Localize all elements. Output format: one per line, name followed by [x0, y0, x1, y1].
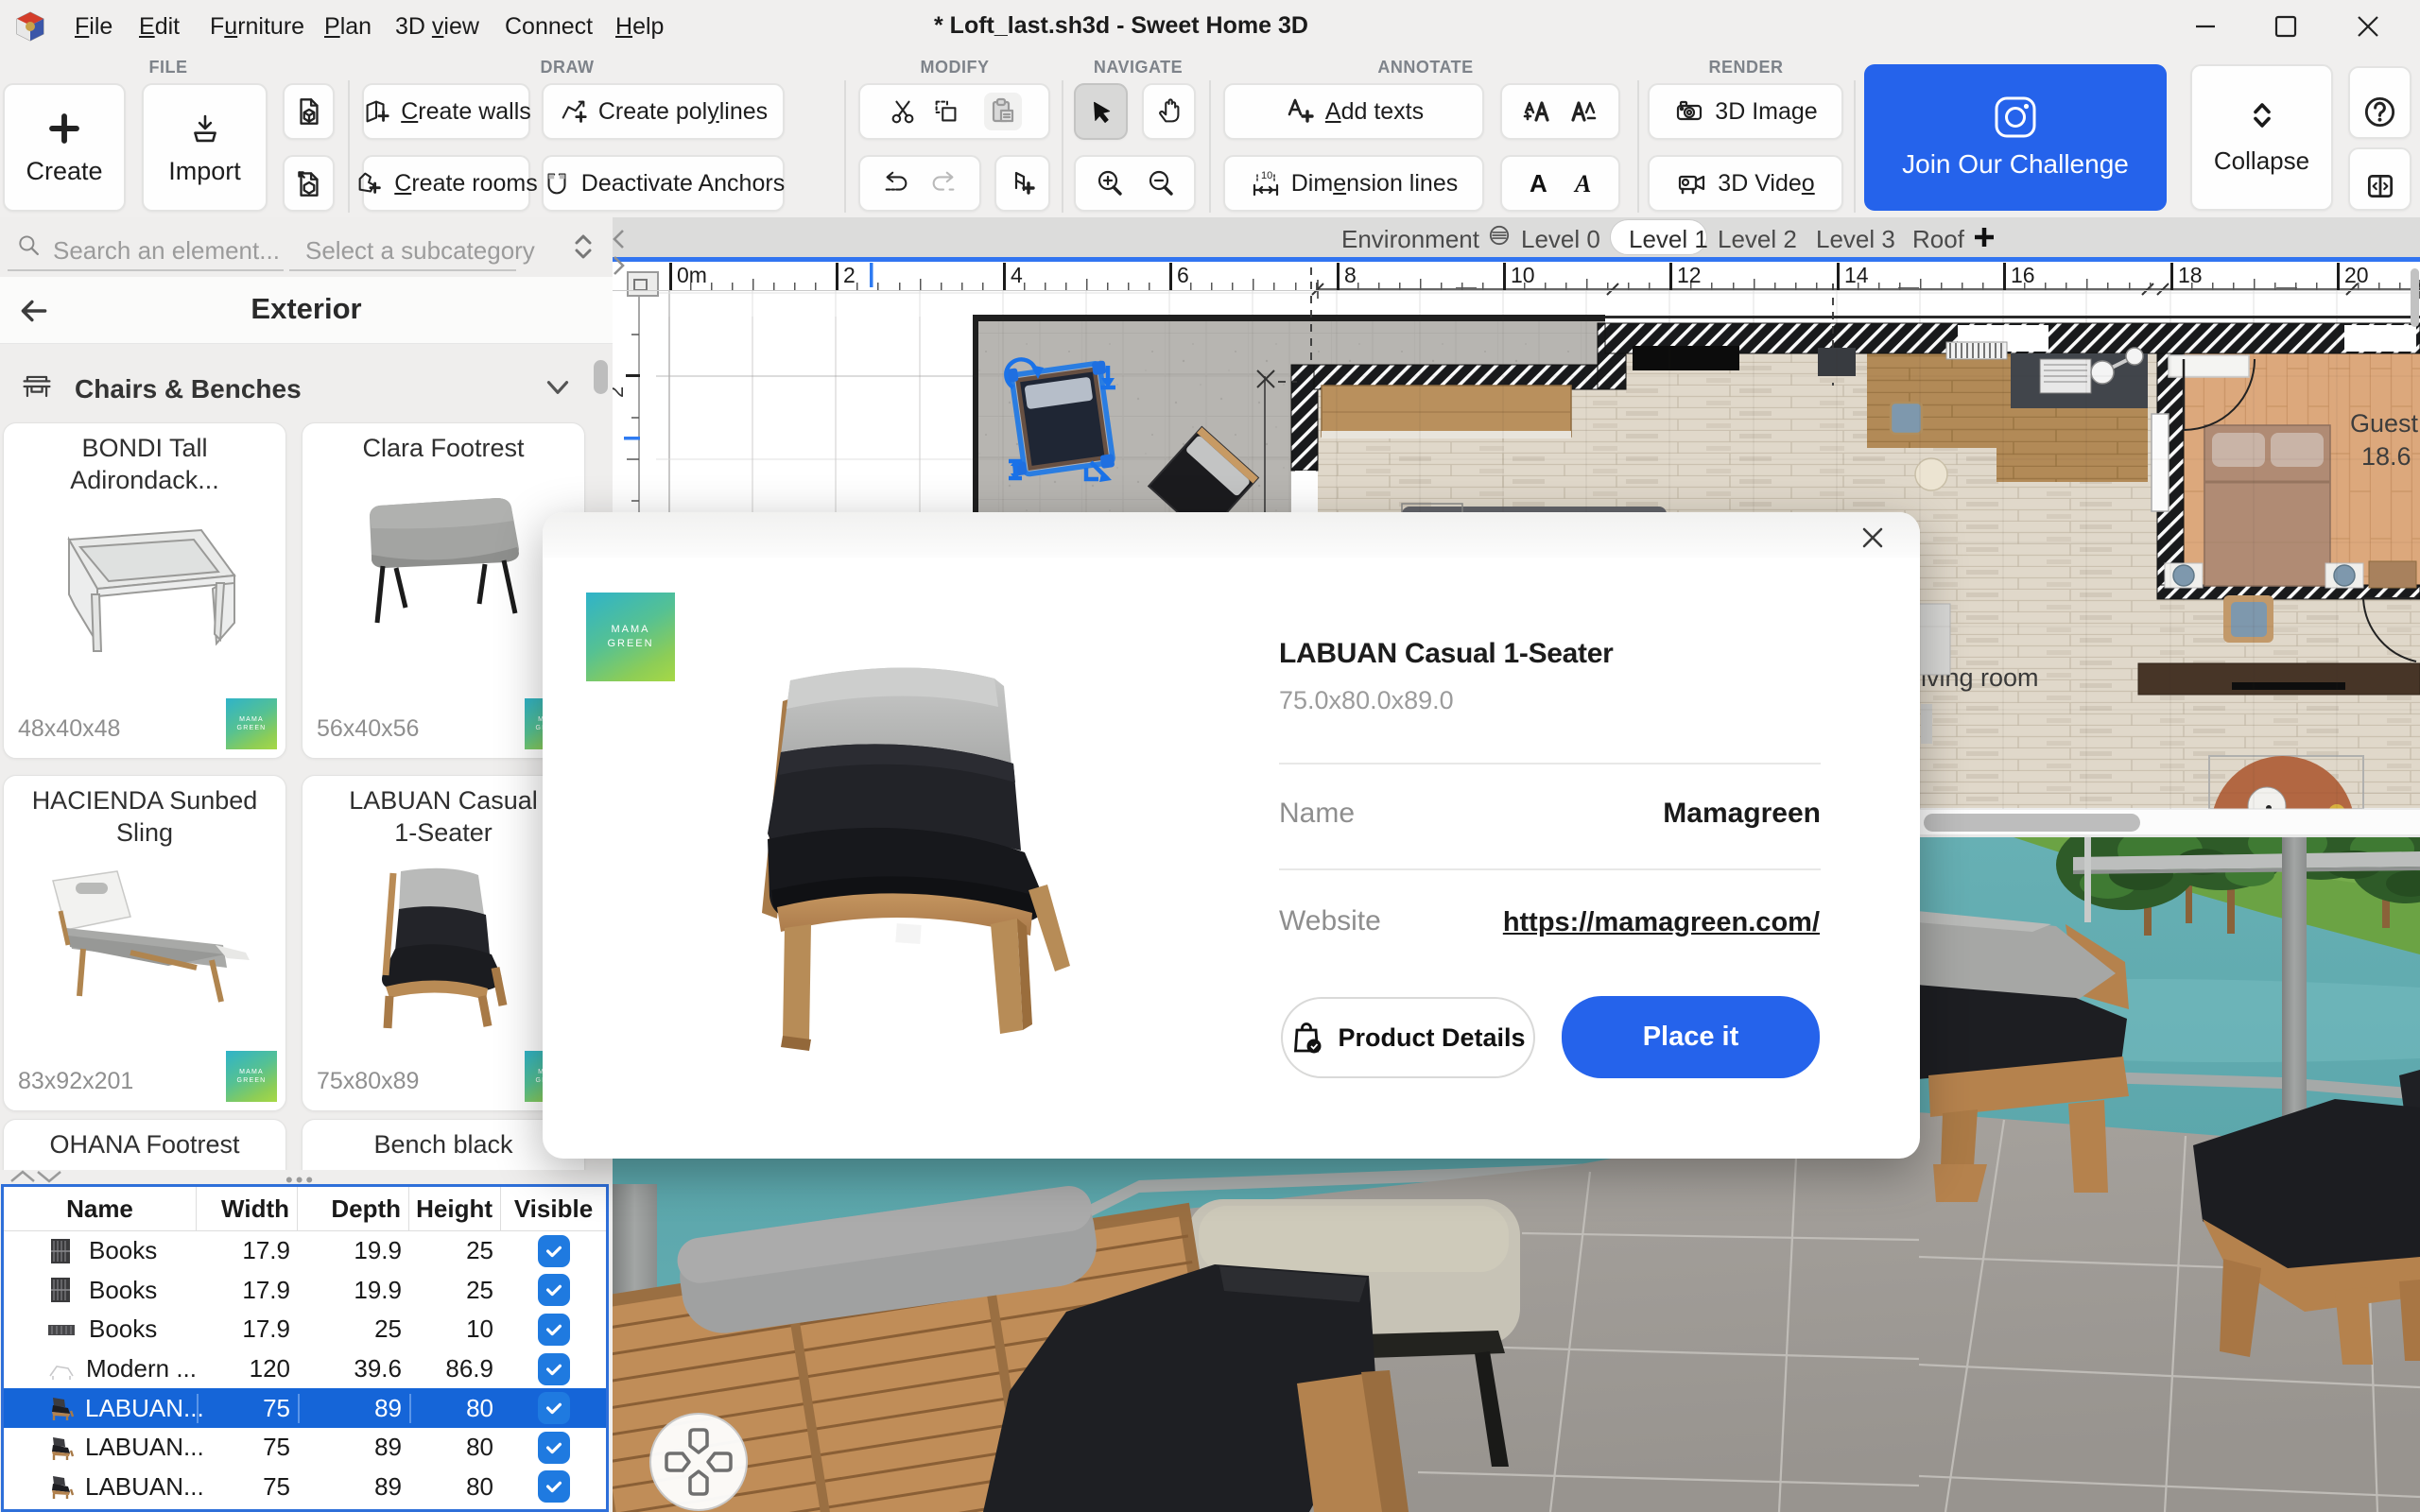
svg-text:Guest: Guest: [2350, 409, 2419, 438]
svg-text:4: 4: [1011, 263, 1023, 287]
svg-text:14: 14: [1844, 263, 1869, 287]
svg-text:A: A: [1573, 170, 1591, 198]
svg-text:18.6: 18.6: [2361, 442, 2411, 471]
svg-text:8: 8: [1344, 263, 1357, 287]
svg-text:2: 2: [843, 263, 856, 287]
svg-text:20: 20: [2344, 263, 2369, 287]
svg-text:2: 2: [613, 387, 628, 398]
svg-text:10: 10: [1511, 263, 1535, 287]
svg-text:A: A: [1530, 169, 1547, 198]
svg-text:0m: 0m: [677, 263, 707, 287]
svg-text:10: 10: [1261, 170, 1272, 181]
svg-text:18: 18: [2178, 263, 2203, 287]
svg-text:12: 12: [1677, 263, 1702, 287]
svg-text:16: 16: [2011, 263, 2035, 287]
svg-text:6: 6: [1177, 263, 1189, 287]
